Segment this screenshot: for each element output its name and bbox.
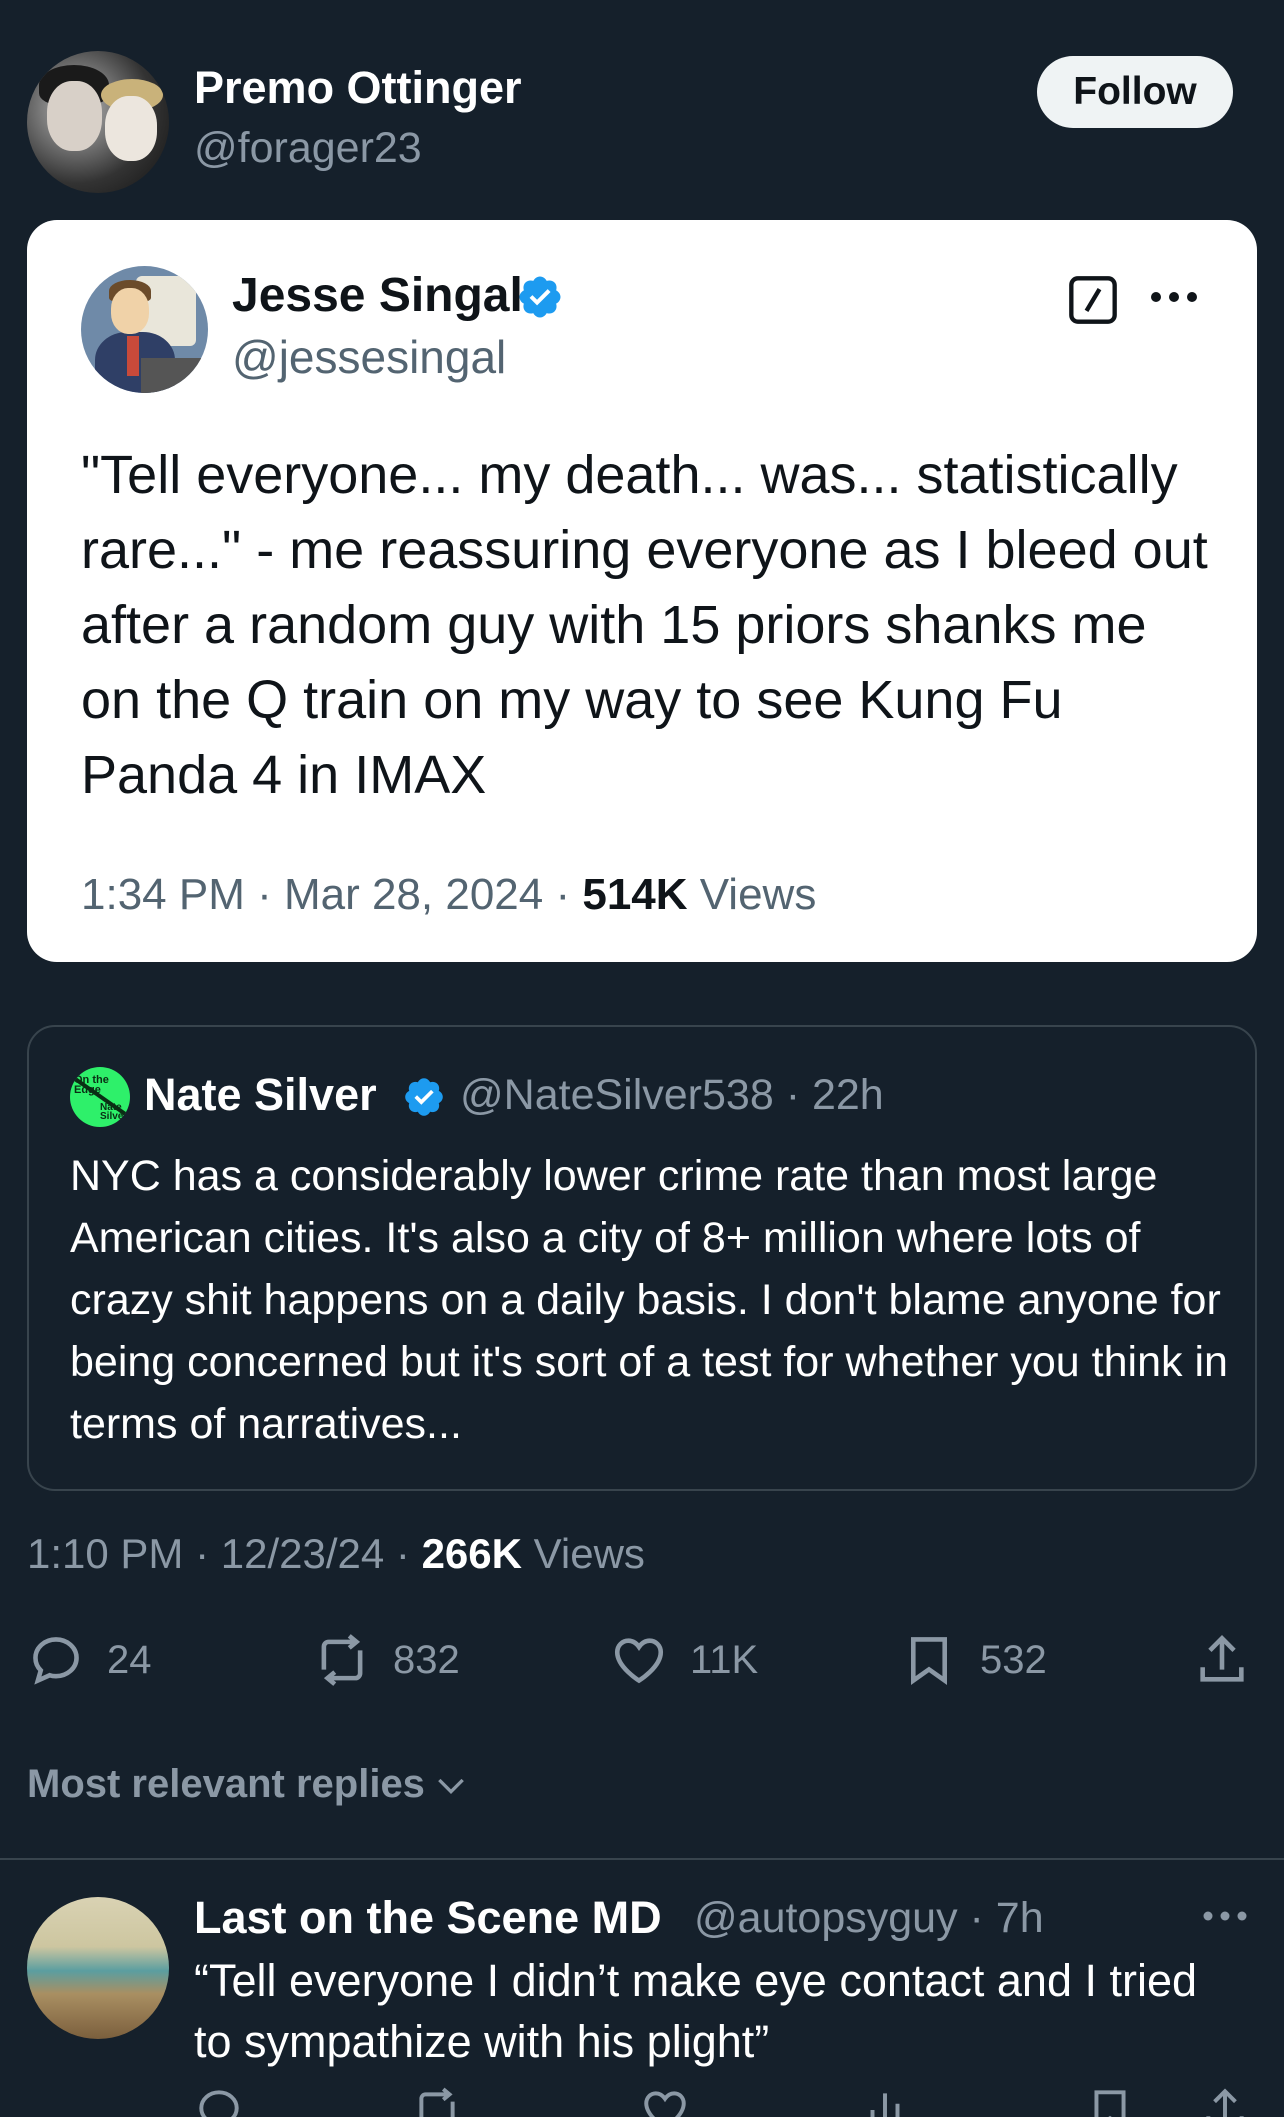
share-action[interactable]: [1193, 1630, 1273, 1690]
author-avatar[interactable]: [27, 51, 169, 193]
reply-count: 24: [107, 1637, 152, 1682]
embedded-post-image[interactable]: Jesse Singal @jessesingal "Tell everyone…: [27, 220, 1257, 962]
reply-icon: [33, 1637, 79, 1685]
repost-icon: [419, 2087, 455, 2117]
reply-like-action[interactable]: [640, 2090, 704, 2117]
author-handle[interactable]: @forager23: [194, 124, 422, 173]
reply-action[interactable]: 24: [27, 1630, 152, 1690]
reply-text: “Tell everyone I didn’t make eye contact…: [194, 1955, 1198, 2067]
embedded-post-meta: 1:34 PM · Mar 28, 2024 · 514K Views: [81, 870, 817, 919]
divider: [0, 1858, 1284, 1860]
repost-action[interactable]: 832: [313, 1630, 460, 1690]
reply-views-action[interactable]: [860, 2090, 924, 2117]
quoted-author-handle: @NateSilver538 · 22h: [460, 1071, 884, 1119]
follow-button[interactable]: Follow: [1037, 56, 1233, 128]
more-options-icon[interactable]: [1200, 1906, 1250, 1926]
verified-badge-icon: [405, 1078, 443, 1116]
chevron-down-icon: [438, 1778, 464, 1794]
views-icon: [870, 2093, 900, 2117]
share-icon: [1206, 2088, 1244, 2117]
repost-icon: [321, 1634, 363, 1686]
reply-bookmark-action[interactable]: [1085, 2090, 1149, 2117]
like-action[interactable]: 11K: [610, 1630, 758, 1690]
embedded-author-name: Jesse Singal: [232, 269, 523, 322]
more-options-icon: [1151, 292, 1197, 302]
reply-reply-action[interactable]: [194, 2090, 258, 2117]
reply-repost-action[interactable]: [412, 2087, 476, 2117]
like-count: 11K: [690, 1637, 759, 1682]
reply-icon: [199, 2090, 239, 2117]
bookmark-count: 532: [980, 1637, 1047, 1682]
verified-badge-icon: [519, 276, 561, 318]
reply-author-avatar[interactable]: [27, 1897, 169, 2039]
author-name[interactable]: Premo Ottinger: [194, 62, 522, 114]
bookmark-icon: [1094, 2090, 1126, 2117]
quoted-author-name: Nate Silver: [144, 1069, 377, 1120]
repost-count: 832: [393, 1637, 460, 1682]
grok-icon: [1069, 276, 1117, 324]
heart-icon: [644, 2091, 686, 2117]
reply-author-name[interactable]: Last on the Scene MD: [194, 1892, 662, 1944]
quoted-post-text: NYC has a considerably lower crime rate …: [70, 1152, 1228, 1448]
bookmark-action[interactable]: 532: [900, 1630, 1047, 1690]
post-meta: 1:10 PM · 12/23/24 · 266K Views: [27, 1530, 645, 1577]
quoted-author-avatar: On the Edge Nate Silver: [70, 1067, 130, 1127]
reply-author-handle[interactable]: @autopsyguy · 7h: [694, 1894, 1044, 1943]
embedded-post-text: "Tell everyone... my death... was... sta…: [81, 445, 1208, 805]
quoted-post[interactable]: On the Edge Nate Silver Nate Silver @Nat…: [27, 1025, 1257, 1491]
bookmark-icon: [910, 1637, 948, 1685]
heart-icon: [614, 1638, 664, 1684]
embedded-author-avatar: [81, 266, 208, 393]
share-icon: [1200, 1635, 1244, 1682]
replies-sort-dropdown[interactable]: Most relevant replies: [27, 1762, 471, 1807]
reply-share-action[interactable]: [1200, 2088, 1264, 2117]
embedded-author-handle: @jessesingal: [232, 331, 507, 383]
